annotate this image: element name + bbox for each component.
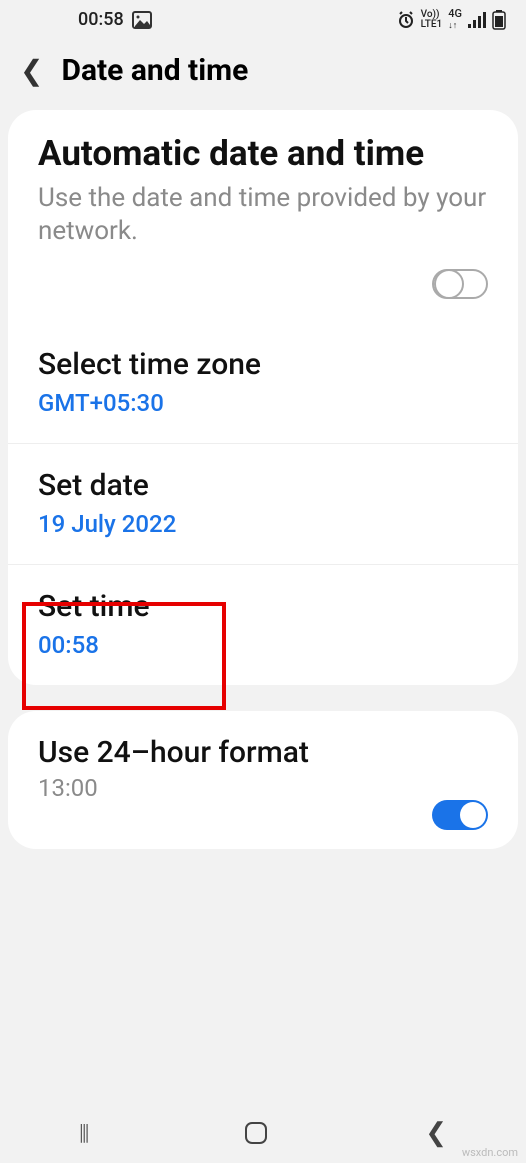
row-set-time[interactable]: Set time 00:58 [8, 564, 518, 685]
nav-home[interactable] [245, 1122, 267, 1144]
auto-toggle-wrap [8, 255, 518, 323]
row-select-timezone[interactable]: Select time zone GMT+05:30 [8, 323, 518, 443]
signal-icon [468, 12, 486, 28]
image-icon [132, 11, 152, 29]
auto-title: Automatic date and time [38, 134, 488, 174]
nav-back[interactable]: ❮ [425, 1118, 447, 1148]
volte-indicator: Vo))LTE1 [421, 10, 443, 30]
row-set-date[interactable]: Set date 19 July 2022 [8, 443, 518, 564]
time-value: 00:58 [38, 631, 488, 659]
battery-icon [492, 10, 506, 30]
settings-card-format: Use 24–hour format 13:00 [8, 711, 518, 849]
format-sub: 13:00 [38, 773, 488, 803]
status-right: Vo))LTE1 4G↓↑ [397, 8, 506, 31]
settings-card-main: Automatic date and time Use the date and… [8, 110, 518, 685]
status-time: 00:58 [78, 9, 124, 30]
time-label: Set time [38, 589, 488, 625]
row-automatic-date-time[interactable]: Automatic date and time Use the date and… [8, 110, 518, 255]
auto-toggle[interactable] [432, 269, 488, 299]
auto-subtitle: Use the date and time provided by your n… [38, 182, 488, 247]
nav-bar: ||| ❮ [0, 1103, 526, 1163]
date-label: Set date [38, 468, 488, 504]
page-title: Date and time [61, 53, 248, 88]
alarm-icon [397, 11, 415, 29]
timezone-label: Select time zone [38, 347, 488, 383]
format-label: Use 24–hour format [38, 735, 488, 771]
format-toggle[interactable] [432, 800, 488, 830]
watermark: wsxdn.com [462, 1146, 518, 1159]
date-value: 19 July 2022 [38, 510, 488, 538]
nav-recent[interactable]: ||| [79, 1121, 88, 1146]
back-icon[interactable]: ❮ [20, 54, 43, 87]
row-24h-format[interactable]: Use 24–hour format 13:00 [8, 711, 518, 849]
timezone-value: GMT+05:30 [38, 389, 488, 417]
status-bar: 00:58 Vo))LTE1 4G↓↑ [0, 0, 526, 35]
status-left: 00:58 [78, 9, 152, 30]
page-header: ❮ Date and time [0, 35, 526, 110]
network-indicator: 4G↓↑ [448, 8, 462, 31]
